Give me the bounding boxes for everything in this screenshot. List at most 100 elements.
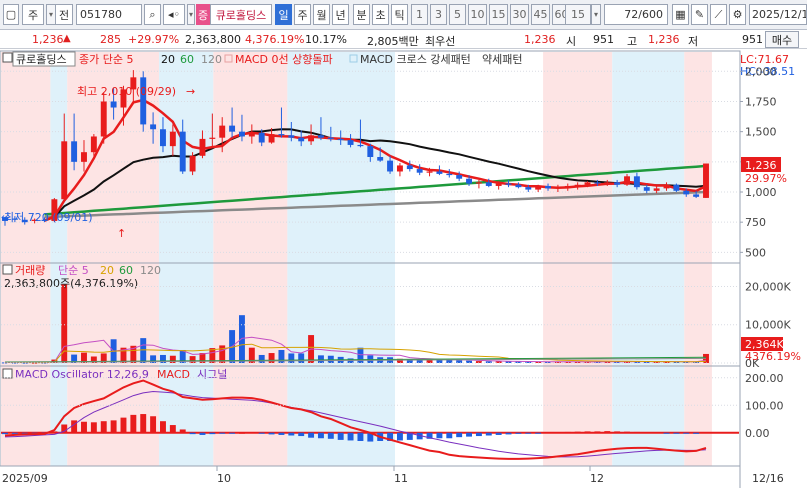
candle-body <box>110 101 117 108</box>
period-button-tick[interactable]: 틱 <box>391 4 408 25</box>
macd-osc-bar <box>515 432 522 434</box>
candle-body <box>495 183 502 186</box>
candle-body <box>426 171 433 173</box>
macd-osc-bar <box>130 414 137 433</box>
y-tick-label: 750 <box>745 216 766 229</box>
turnover: 10.17% <box>305 33 347 46</box>
market-type-select[interactable]: 주 <box>22 4 44 25</box>
stock-code-input[interactable]: 051780 <box>76 4 142 25</box>
period-button-day[interactable]: 일 <box>275 4 292 25</box>
chart-area[interactable]: 큐로홀딩스 종가 단순 5 20 60 120 MACD 0선 상향돌파 MAC… <box>0 49 807 488</box>
macd-osc-bar <box>258 432 265 434</box>
legend-vol-ma60: 60 <box>119 264 133 277</box>
candle-body <box>179 131 186 172</box>
stock-chart[interactable]: 큐로홀딩스 종가 단순 5 20 60 120 MACD 0선 상향돌파 MAC… <box>0 49 807 488</box>
macd-osc-bar <box>436 432 443 439</box>
candle-body <box>90 136 97 153</box>
legend-stock-name: 큐로홀딩스 <box>16 53 67 66</box>
macd-osc-bar <box>683 432 690 434</box>
x-tick-label: 12 <box>590 472 604 485</box>
chart-toolbar: ▢ 주 ▾ 전 051780 ⌕ ◂◦ ▾ 증 큐로홀딩스 일 주 월 년 분 … <box>0 0 807 30</box>
open-price: 951 <box>593 33 614 46</box>
macd-osc-bar <box>624 431 630 433</box>
macd-osc-bar <box>229 432 236 434</box>
macd-osc-bar <box>633 431 640 433</box>
candle-body <box>327 137 334 139</box>
chevron-down-icon[interactable]: ▾ <box>187 4 195 25</box>
tools-icon[interactable]: ✎ <box>691 4 708 25</box>
buy-button[interactable]: 매수 <box>765 31 799 48</box>
ask-price: 1,236 <box>524 33 556 46</box>
date-input[interactable]: 2025/12/1 <box>749 4 807 25</box>
line-icon[interactable]: ⟋ <box>710 4 727 25</box>
legend-band-macd-zero <box>224 54 233 63</box>
macd-osc-bar <box>199 432 206 435</box>
period-button-week[interactable]: 주 <box>294 4 311 25</box>
macd-osc-bar <box>2 432 8 435</box>
macd-osc-bar <box>347 432 354 441</box>
macd-osc-bar <box>110 420 117 433</box>
legend-macd-line: MACD <box>157 368 190 381</box>
stock-name[interactable]: 큐로홀딩스 <box>210 4 272 25</box>
signal-band <box>543 52 613 466</box>
market-all-button[interactable]: 전 <box>55 4 73 25</box>
period-button-minute[interactable]: 분 <box>353 4 370 25</box>
candle-body <box>288 135 295 138</box>
macd-osc-bar <box>535 432 542 434</box>
candle-body <box>683 190 690 195</box>
signal-band <box>684 52 712 466</box>
volume-bar <box>268 353 275 363</box>
interval-input[interactable]: 15 <box>565 4 591 25</box>
candle-body <box>485 182 492 186</box>
candle-body <box>693 194 700 197</box>
candle-body <box>298 137 305 142</box>
macd-osc-bar <box>693 432 700 434</box>
interval-button-3[interactable]: 3 <box>430 4 447 25</box>
macd-osc-bar <box>278 432 285 435</box>
interval-button-1[interactable]: 1 <box>411 4 428 25</box>
macd-osc-bar <box>456 432 463 438</box>
low-price: 951 <box>742 33 763 46</box>
macd-osc-bar <box>673 432 680 434</box>
x-tick-label: 10 <box>217 472 231 485</box>
candle-body <box>189 155 196 172</box>
gear-icon[interactable]: ⚙ <box>729 4 746 25</box>
interval-button-15[interactable]: 15 <box>489 4 508 25</box>
macd-osc-bar <box>505 432 512 435</box>
candle-body <box>258 132 265 143</box>
candle-body <box>268 134 275 143</box>
candle-body <box>387 160 394 172</box>
candle-body <box>574 184 581 186</box>
macd-osc-bar <box>209 432 216 435</box>
legend-ma120: 120 <box>201 53 222 66</box>
legend-vol-ma120: 120 <box>140 264 161 277</box>
interval-button-5[interactable]: 5 <box>449 4 466 25</box>
grid-icon[interactable]: ▦ <box>672 4 689 25</box>
macd-osc-bar <box>584 431 591 433</box>
y-tick-label: 1,500 <box>745 126 777 139</box>
arrow-up-icon: ↑ <box>117 227 126 240</box>
interval-button-10[interactable]: 10 <box>468 4 487 25</box>
candle-body <box>377 157 384 161</box>
macd-osc-bar <box>140 414 147 433</box>
candle-body <box>248 132 255 137</box>
legend-vol-ma20: 20 <box>100 264 114 277</box>
candle-body <box>466 178 473 184</box>
macd-osc-bar <box>495 432 502 435</box>
candle-body <box>317 135 324 138</box>
chevron-down-icon[interactable]: ▾ <box>591 4 601 25</box>
period-button-year[interactable]: 년 <box>332 4 349 25</box>
interval-button-30[interactable]: 30 <box>510 4 529 25</box>
search-icon[interactable]: ⌕ <box>144 4 161 25</box>
open-label: 시 <box>566 35 577 48</box>
interval-button-45[interactable]: 45 <box>531 4 550 25</box>
layout-icon[interactable]: ▢ <box>3 4 19 25</box>
speaker-icon[interactable]: ◂◦ <box>163 4 185 25</box>
volume-rate: 4,376.19% <box>245 33 305 46</box>
count-input[interactable]: 72/600 <box>604 4 668 25</box>
stock-badge: 증 <box>196 4 210 25</box>
period-button-second[interactable]: 초 <box>372 4 389 25</box>
arrow-right-icon: → <box>186 85 195 98</box>
period-button-month[interactable]: 월 <box>313 4 330 25</box>
y-tick-label: 1,750 <box>745 95 777 108</box>
